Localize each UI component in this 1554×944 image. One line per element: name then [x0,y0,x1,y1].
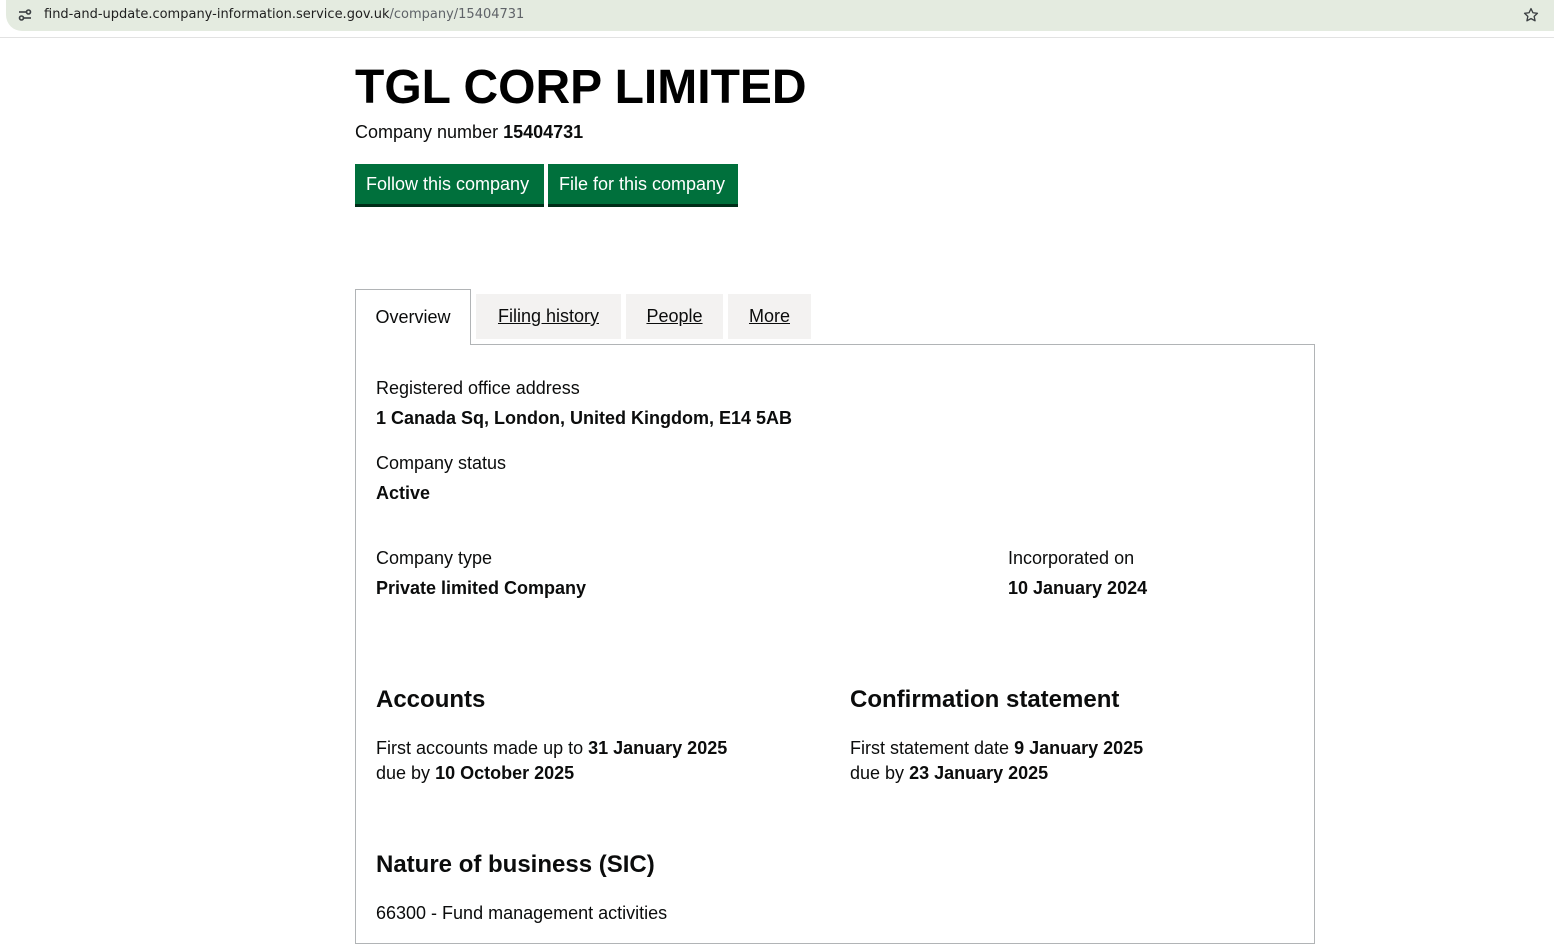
tab-people[interactable]: People [626,294,723,339]
company-number: Company number 15404731 [355,120,583,144]
company-type-label: Company type [376,548,493,568]
confirmation-statement-heading: Confirmation statement [850,686,1120,713]
company-type-value: Private limited Company [376,578,587,598]
accounts-first-line: First accounts made up to 31 January 202… [376,736,727,760]
incorporated-on-label: Incorporated on [1008,548,1135,568]
address-bar[interactable]: find-and-update.company-information.serv… [6,0,1554,31]
company-status-label: Company status [376,453,507,473]
sic-code-item: 66300 - Fund management activities [376,903,668,923]
url-path: /company/15404731 [389,7,525,22]
company-name-heading: TGL CORP LIMITED [355,61,807,114]
company-number-value: 15404731 [503,122,584,142]
tab-more[interactable]: More [728,294,811,339]
registered-office-label: Registered office address [376,378,580,398]
file-for-company-button[interactable]: File for this company [548,164,738,204]
nature-of-business-heading: Nature of business (SIC) [376,851,655,878]
tab-overview[interactable]: Overview [355,289,471,345]
confirmation-due-prefix: due by [850,763,905,783]
url-text[interactable]: find-and-update.company-information.serv… [44,6,524,24]
confirmation-due-date: 23 January 2025 [909,763,1049,783]
url-host: find-and-update.company-information.serv… [44,7,390,22]
accounts-due-line: due by 10 October 2025 [376,761,574,785]
confirmation-first-line: First statement date 9 January 2025 [850,736,1143,760]
company-status-value: Active [376,483,431,503]
accounts-first-date: 31 January 2025 [588,738,728,758]
accounts-due-date: 10 October 2025 [435,763,575,783]
accounts-due-prefix: due by [376,763,431,783]
registered-office-value: 1 Canada Sq, London, United Kingdom, E14… [376,408,793,428]
accounts-heading: Accounts [376,686,486,713]
accounts-first-prefix: First accounts made up to [376,738,584,758]
overview-panel: Registered office address 1 Canada Sq, L… [355,344,1315,944]
bookmark-star-icon[interactable] [1522,6,1540,24]
browser-toolbar: find-and-update.company-information.serv… [0,0,1554,38]
confirmation-due-line: due by 23 January 2025 [850,761,1048,785]
incorporated-on-value: 10 January 2024 [1008,578,1148,598]
confirmation-first-date: 9 January 2025 [1014,738,1144,758]
confirmation-first-prefix: First statement date [850,738,1010,758]
site-settings-icon[interactable] [17,7,33,23]
follow-company-button[interactable]: Follow this company [355,164,544,204]
tab-filing-history[interactable]: Filing history [476,294,621,339]
company-number-label: Company number [355,122,499,142]
